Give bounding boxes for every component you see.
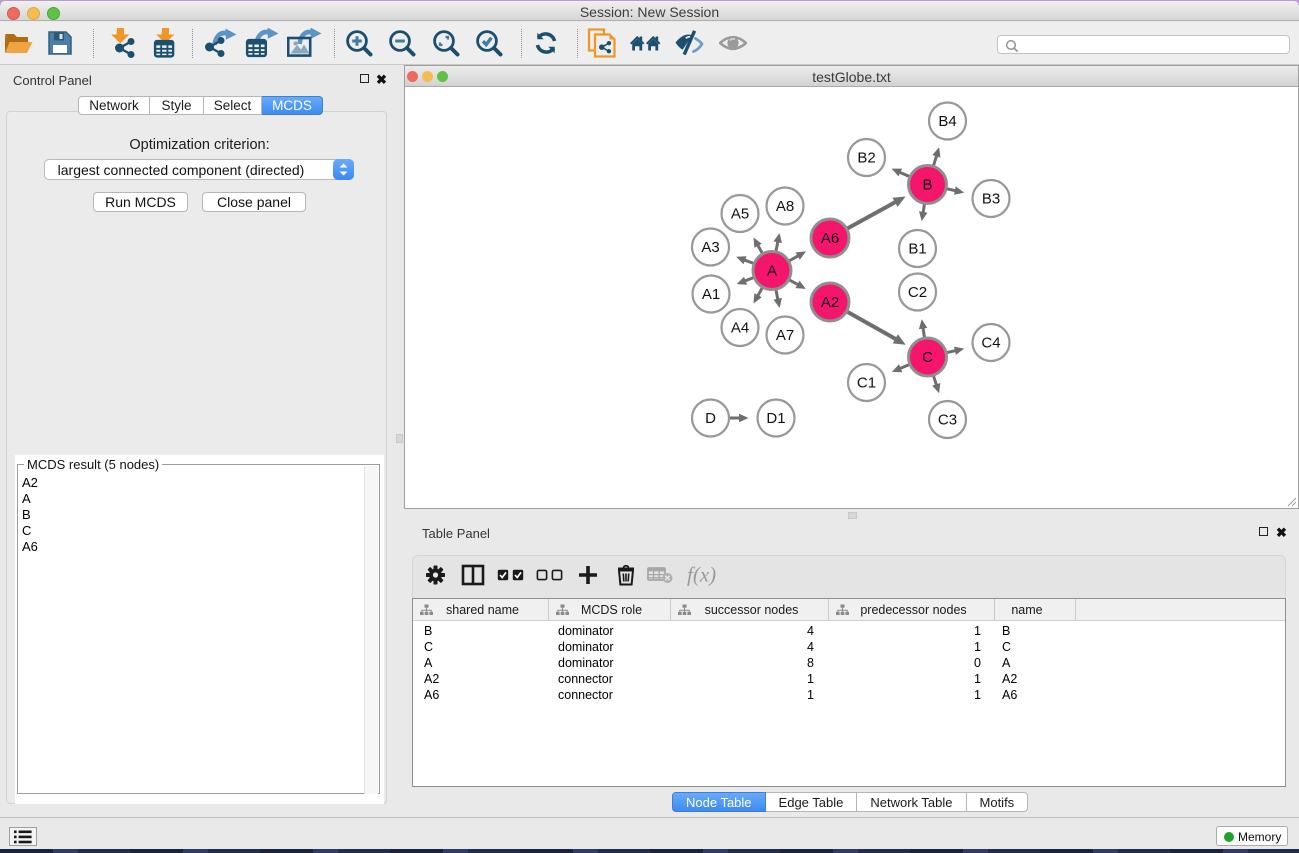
- svg-text:A1: A1: [702, 286, 720, 303]
- svg-text:B1: B1: [908, 241, 926, 258]
- svg-text:A8: A8: [776, 198, 794, 215]
- svg-text:C: C: [922, 349, 933, 366]
- svg-text:A5: A5: [731, 206, 749, 223]
- svg-text:B3: B3: [982, 191, 1000, 208]
- svg-text:A7: A7: [776, 327, 794, 344]
- svg-text:B4: B4: [938, 113, 956, 130]
- svg-text:A2: A2: [821, 294, 839, 311]
- svg-text:C4: C4: [981, 335, 1000, 352]
- svg-text:C2: C2: [908, 284, 927, 301]
- svg-text:B2: B2: [857, 150, 875, 167]
- svg-text:B: B: [922, 177, 932, 194]
- svg-text:D: D: [705, 410, 716, 427]
- svg-text:A6: A6: [821, 230, 839, 247]
- svg-text:D1: D1: [766, 410, 785, 427]
- svg-text:A4: A4: [731, 320, 749, 337]
- svg-text:C3: C3: [938, 412, 957, 429]
- svg-text:A3: A3: [701, 239, 719, 256]
- svg-text:C1: C1: [857, 375, 876, 392]
- svg-text:A: A: [767, 263, 777, 280]
